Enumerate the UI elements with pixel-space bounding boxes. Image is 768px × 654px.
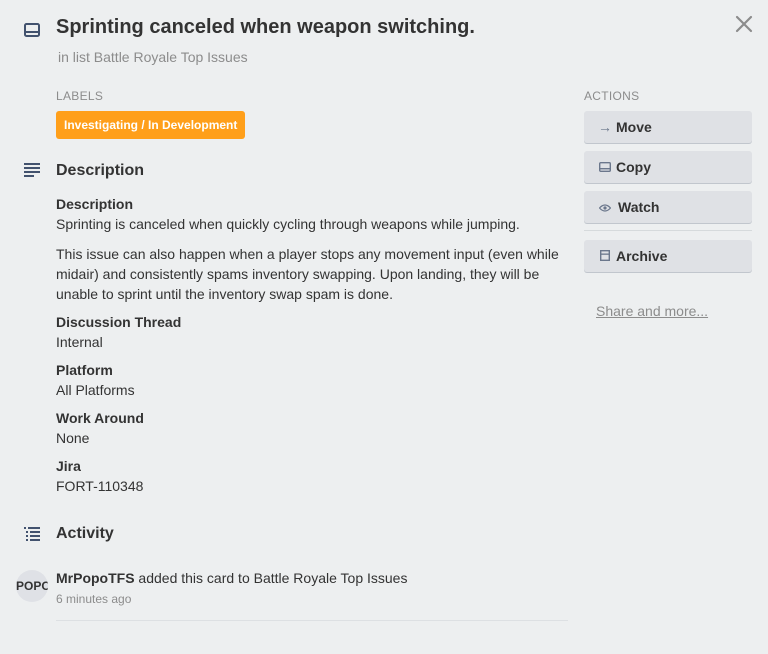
share-and-more-link[interactable]: Share and more... — [596, 303, 708, 319]
block-text: Internal — [56, 334, 103, 350]
eye-icon — [598, 199, 612, 215]
card-list-subtitle: in list Battle Royale Top Issues — [58, 49, 248, 65]
block-title: Jira — [56, 458, 81, 474]
archive-icon — [598, 248, 612, 264]
move-button[interactable]: → Move — [584, 111, 752, 143]
discussion-thread-block: Discussion Thread Internal — [56, 312, 568, 352]
block-text: FORT-110348 — [56, 478, 144, 494]
block-title: Work Around — [56, 410, 144, 426]
block-text: All Platforms — [56, 382, 135, 398]
avatar[interactable]: POPO — [16, 570, 48, 602]
card-icon — [24, 23, 40, 37]
copy-button[interactable]: Copy — [584, 151, 752, 183]
archive-button[interactable]: Archive — [584, 240, 752, 272]
watch-label: Watch — [618, 199, 660, 215]
description-body[interactable]: Description Sprinting is canceled when q… — [56, 194, 568, 504]
activity-time[interactable]: 6 minutes ago — [56, 592, 131, 606]
actions-heading: ACTIONS — [584, 89, 640, 103]
activity-user[interactable]: MrPopoTFS — [56, 570, 135, 586]
work-around-block: Work Around None — [56, 408, 568, 448]
block-title: Platform — [56, 362, 113, 378]
description-icon — [24, 163, 40, 177]
watch-button[interactable]: Watch — [584, 191, 752, 223]
arrow-right-icon: → — [598, 119, 612, 135]
activity-action: added this card to Battle Royale Top Iss… — [134, 570, 408, 586]
block-text: Sprinting is canceled when quickly cycli… — [56, 216, 520, 232]
labels-heading: LABELS — [56, 89, 104, 103]
archive-label: Archive — [616, 248, 668, 264]
card-title[interactable]: Sprinting canceled when weapon switching… — [56, 16, 475, 39]
copy-icon — [598, 159, 612, 175]
block-title: Discussion Thread — [56, 314, 182, 330]
activity-entry: MrPopoTFS added this card to Battle Roya… — [56, 570, 407, 586]
jira-block: Jira FORT-110348 — [56, 456, 568, 496]
block-title: Description — [56, 196, 134, 212]
block-text: This issue can also happen when a player… — [56, 246, 559, 302]
description-block: Description Sprinting is canceled when q… — [56, 194, 568, 304]
block-text: None — [56, 430, 90, 446]
platform-block: Platform All Platforms — [56, 360, 568, 400]
activity-divider — [56, 620, 568, 621]
move-label: Move — [616, 119, 652, 135]
actions-divider — [584, 230, 752, 231]
close-icon[interactable] — [734, 14, 754, 34]
description-heading: Description — [56, 162, 145, 179]
activity-heading: Activity — [56, 525, 114, 542]
label-chip[interactable]: Investigating / In Development — [56, 111, 246, 139]
activity-icon — [24, 527, 40, 541]
copy-label: Copy — [616, 159, 651, 175]
